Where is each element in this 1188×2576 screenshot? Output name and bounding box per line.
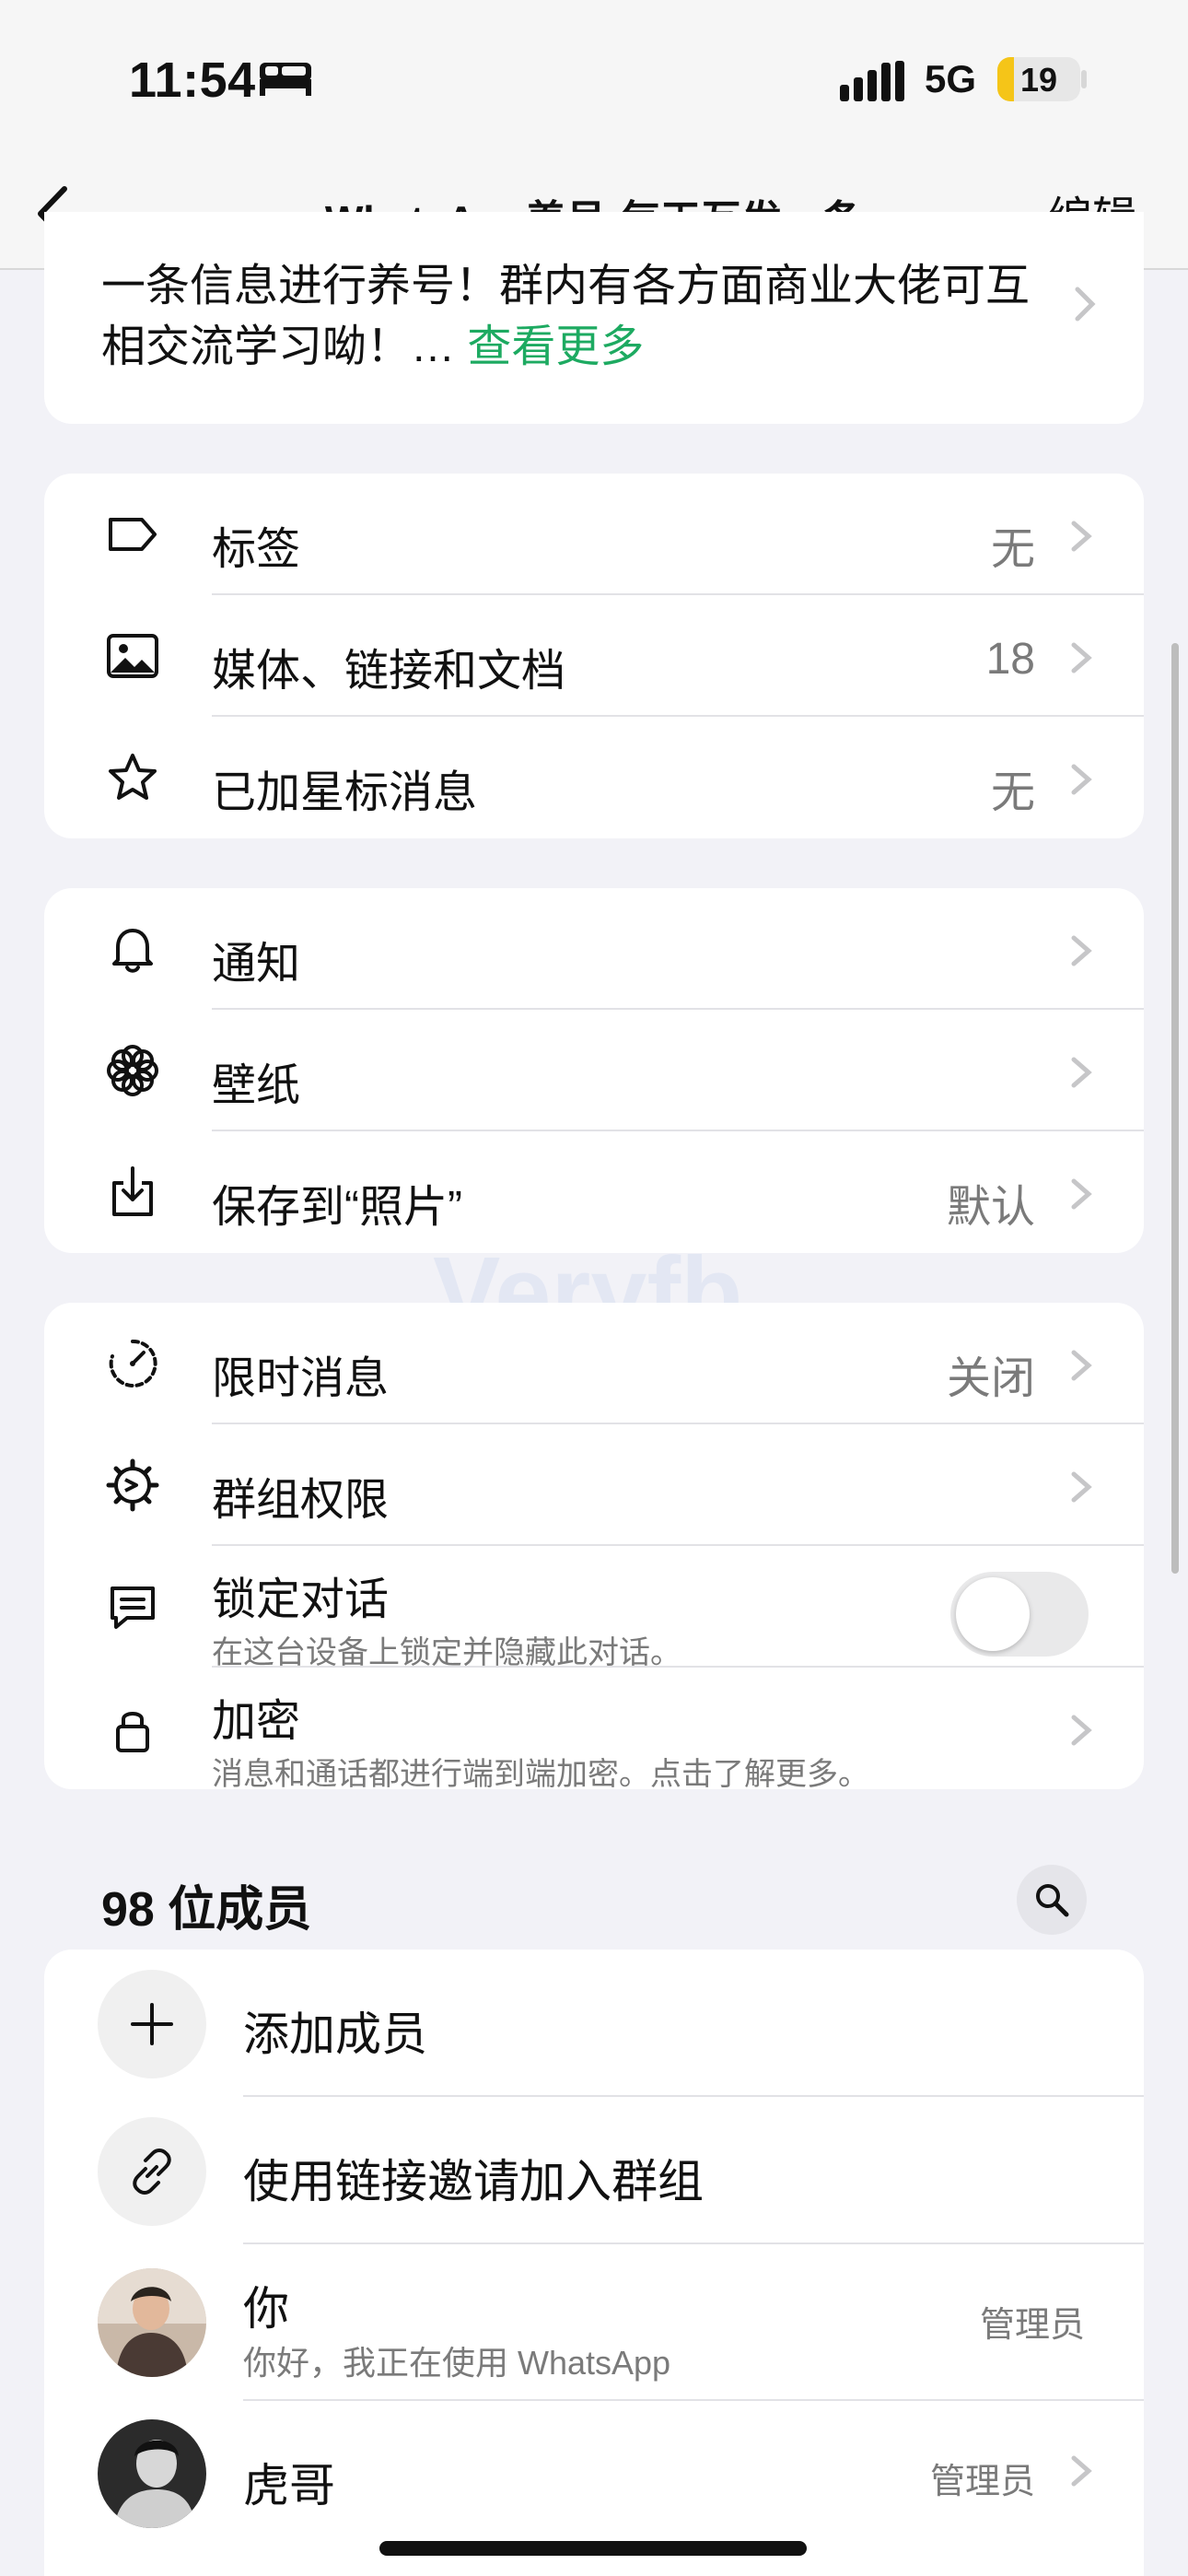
bed-icon — [260, 63, 311, 96]
download-icon — [112, 1166, 153, 1216]
admin-badge: 管理员 — [979, 2306, 1085, 2345]
row-label: 已加星标消息 — [212, 768, 478, 817]
row-label: 壁纸 — [212, 1061, 301, 1110]
row-value: 18 — [985, 635, 1035, 684]
row-label: 保存到“照片” — [212, 1183, 462, 1232]
member-name: 你 — [243, 2283, 289, 2335]
row-media-links-docs[interactable]: 媒体、链接和文档 18 — [44, 595, 1144, 717]
row-chat-lock: 锁定对话 在这台设备上锁定并隐藏此对话。 — [44, 1546, 1144, 1670]
timer-icon — [109, 1339, 157, 1388]
info-section: 标签 无 媒体、链接和文档 18 已加星标消息 无 — [44, 474, 1144, 838]
row-disappearing-messages[interactable]: 限时消息 关闭 — [44, 1303, 1144, 1424]
chat-lock-toggle[interactable] — [950, 1572, 1089, 1657]
member-row[interactable]: 你 你好，我正在使用 WhatsApp 管理员 — [44, 2244, 1144, 2401]
row-label: 标签 — [212, 525, 301, 574]
chevron-right-icon — [1070, 641, 1092, 674]
search-icon[interactable] — [1017, 1865, 1087, 1935]
flower-icon — [107, 1045, 158, 1096]
row-label: 使用链接邀请加入群组 — [243, 2156, 704, 2207]
settings-icon — [106, 1458, 159, 1512]
tag-icon — [109, 518, 157, 551]
row-group-permissions[interactable]: 群组权限 — [44, 1424, 1144, 1546]
chevron-right-icon — [1074, 286, 1096, 327]
chevron-right-icon — [1070, 763, 1092, 796]
row-label: 限时消息 — [212, 1354, 390, 1403]
row-label: 通知 — [212, 940, 301, 989]
chevron-right-icon — [1070, 1177, 1092, 1211]
row-value: 无 — [990, 768, 1035, 817]
row-label: 群组权限 — [212, 1476, 390, 1525]
plus-icon — [98, 1970, 206, 2078]
star-icon — [109, 754, 157, 800]
group-description-card[interactable]: 一条信息进行养号！群内有各方面商业大佬可互相交流学习呦！… 查看更多 — [44, 212, 1144, 424]
row-labels[interactable]: 标签 无 — [44, 474, 1144, 595]
battery-percent: 19 — [1019, 61, 1058, 99]
chevron-right-icon — [1070, 520, 1092, 553]
row-starred-messages[interactable]: 已加星标消息 无 — [44, 717, 1144, 838]
member-row[interactable]: 虎哥 管理员 — [44, 2401, 1144, 2548]
admin-badge: 管理员 — [929, 2463, 1035, 2501]
status-bar: 11:54 5G 19 — [0, 0, 1188, 161]
row-notifications[interactable]: 通知 — [44, 888, 1144, 1010]
home-indicator[interactable] — [379, 2541, 807, 2556]
chevron-right-icon — [1070, 934, 1092, 967]
battery-tip — [1081, 70, 1087, 88]
photo-icon — [107, 634, 158, 678]
chevron-right-icon — [1070, 1470, 1092, 1504]
chevron-right-icon — [1070, 1714, 1092, 1747]
group-description: 一条信息进行养号！群内有各方面商业大佬可互相交流学习呦！… 查看更多 — [101, 262, 1031, 371]
chevron-right-icon — [1070, 1056, 1092, 1089]
row-label: 加密 — [212, 1697, 301, 1746]
row-sublabel: 在这台设备上锁定并隐藏此对话。 — [212, 1635, 681, 1670]
row-sublabel: 消息和通话都进行端到端加密。点击了解更多。 — [212, 1757, 869, 1789]
avatar — [98, 2419, 206, 2528]
row-encryption[interactable]: 加密 消息和通话都进行端到端加密。点击了解更多。 — [44, 1668, 1144, 1789]
members-list: 添加成员 使用链接邀请加入群组 你 你好，我正在使用 WhatsApp 管理员 — [44, 1950, 1144, 2576]
row-label: 添加成员 — [243, 2008, 427, 2060]
row-value: 默认 — [946, 1183, 1035, 1232]
status-time: 11:54 — [129, 53, 256, 108]
lock-icon — [116, 1712, 149, 1752]
avatar — [98, 2268, 206, 2377]
bell-icon — [112, 929, 153, 973]
row-value: 无 — [990, 525, 1035, 574]
scrollbar[interactable] — [1171, 643, 1179, 1574]
row-value: 关闭 — [946, 1354, 1035, 1403]
chevron-right-icon — [1070, 1349, 1092, 1382]
member-status: 你好，我正在使用 WhatsApp — [243, 2344, 671, 2382]
member-name: 虎哥 — [243, 2460, 335, 2512]
link-icon — [98, 2117, 206, 2226]
invite-link-row[interactable]: 使用链接邀请加入群组 — [44, 2097, 1144, 2244]
row-wallpaper[interactable]: 壁纸 — [44, 1010, 1144, 1131]
members-count: 98 位成员 — [101, 1883, 312, 1937]
see-more-link[interactable]: 查看更多 — [467, 322, 644, 371]
battery-icon: 19 — [997, 57, 1080, 101]
chat-lock-icon — [111, 1587, 155, 1629]
add-member-row[interactable]: 添加成员 — [44, 1950, 1144, 2097]
network-label: 5G — [925, 57, 977, 100]
row-label: 媒体、链接和文档 — [212, 647, 566, 696]
privacy-section: 限时消息 关闭 群组权限 锁定对话 在这台设备上锁定并隐藏此对话。 加密 消息和… — [44, 1303, 1144, 1789]
chevron-right-icon — [1070, 2454, 1092, 2492]
row-label: 锁定对话 — [212, 1575, 390, 1624]
signal-icon — [840, 61, 904, 101]
settings-section: 通知 壁纸 保存到“照片” 默认 — [44, 888, 1144, 1253]
